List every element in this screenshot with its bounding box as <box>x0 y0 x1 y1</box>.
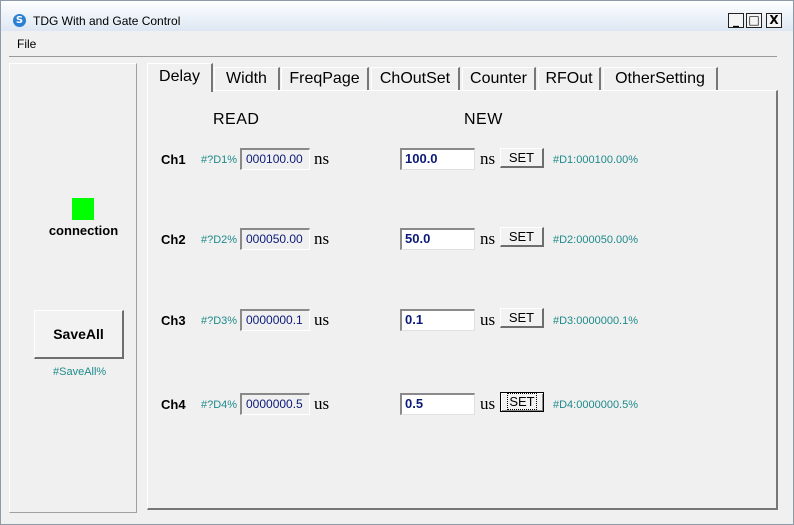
connection-label: connection <box>48 223 119 238</box>
new-header: NEW <box>464 111 503 128</box>
new-value-input[interactable]: 100.0 <box>400 148 475 170</box>
save-all-button[interactable]: SaveAll <box>34 310 124 359</box>
set-command: #D4:0000000.5% <box>553 399 639 411</box>
window-title: TDG With and Gate Control <box>33 14 181 28</box>
new-value-input[interactable]: 0.5 <box>400 393 475 415</box>
menu-file[interactable]: File <box>17 37 36 51</box>
read-unit: us <box>314 394 330 413</box>
set-button[interactable]: SET <box>500 392 544 412</box>
app-icon: S <box>13 14 26 27</box>
read-value-field: 0000000.1 <box>240 309 310 331</box>
new-unit: ns <box>480 149 496 168</box>
new-value-input[interactable]: 50.0 <box>400 228 475 250</box>
set-button-label: SET <box>507 393 537 410</box>
set-command: #D1:000100.00% <box>553 154 639 166</box>
channel-label: Ch4 <box>161 397 186 412</box>
save-all-command: #SaveAll% <box>53 366 107 378</box>
read-query-command: #?D3% <box>201 315 238 327</box>
read-unit: us <box>314 310 330 329</box>
connection-indicator <box>72 198 94 220</box>
read-value-field: 000050.00 <box>240 228 310 250</box>
set-button[interactable]: SET <box>500 148 544 168</box>
tab-width[interactable]: Width <box>214 67 280 90</box>
set-button[interactable]: SET <box>500 227 544 247</box>
title-bar[interactable]: S TDG With and Gate Control _ □ X <box>1 1 793 31</box>
tab-delay[interactable]: Delay <box>147 63 213 92</box>
main-window: S TDG With and Gate Control _ □ X File c… <box>0 0 794 525</box>
tab-choutset[interactable]: ChOutSet <box>371 67 460 90</box>
read-query-command: #?D2% <box>201 234 238 246</box>
channel-label: Ch1 <box>161 152 186 167</box>
new-unit: us <box>480 394 496 413</box>
new-value-input[interactable]: 0.1 <box>400 309 475 331</box>
set-button[interactable]: SET <box>500 308 544 328</box>
channel-label: Ch2 <box>161 232 186 247</box>
channel-label: Ch3 <box>161 313 186 328</box>
menu-divider <box>9 56 777 57</box>
minimize-button[interactable]: _ <box>728 13 744 28</box>
menu-bar: File <box>1 32 793 54</box>
read-value-field: 0000000.5 <box>240 393 310 415</box>
read-query-command: #?D4% <box>201 399 238 411</box>
read-header: READ <box>213 111 260 128</box>
set-command: #D3:0000000.1% <box>553 315 639 327</box>
tab-rfout[interactable]: RFOut <box>538 67 601 90</box>
maximize-button[interactable]: □ <box>746 13 762 28</box>
left-panel <box>9 63 137 513</box>
set-command: #D2:000050.00% <box>553 234 639 246</box>
tab-othersetting[interactable]: OtherSetting <box>603 67 718 90</box>
read-value-field: 000100.00 <box>240 148 310 170</box>
read-unit: ns <box>314 229 330 248</box>
close-button[interactable]: X <box>766 13 782 28</box>
read-query-command: #?D1% <box>201 154 238 166</box>
read-unit: ns <box>314 149 330 168</box>
new-unit: us <box>480 310 496 329</box>
tab-counter[interactable]: Counter <box>462 67 536 90</box>
new-unit: ns <box>480 229 496 248</box>
tab-freqpage[interactable]: FreqPage <box>281 67 369 90</box>
